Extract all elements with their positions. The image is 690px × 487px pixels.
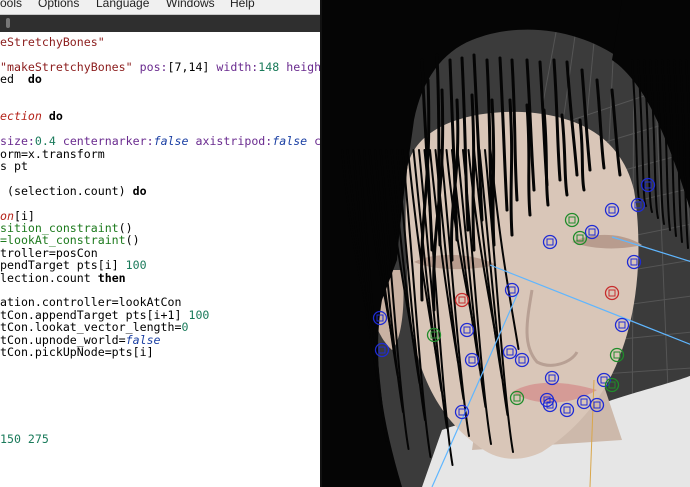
code-token: heigh bbox=[279, 59, 320, 74]
code-token: [7,14] bbox=[167, 59, 210, 74]
menu-item-ools[interactable]: ools bbox=[0, 0, 22, 9]
code-token: 150 275 bbox=[0, 431, 49, 446]
code-line: 150 275 bbox=[0, 433, 49, 445]
code-token: 100 bbox=[188, 307, 210, 322]
code-token: 100 bbox=[125, 258, 147, 273]
editor-tab-strip bbox=[0, 15, 320, 32]
menu-bar: ools Options Language Windows Help bbox=[0, 0, 320, 15]
code-token: eStretchyBones" bbox=[0, 35, 105, 49]
code-token: do bbox=[27, 72, 42, 87]
code-line: eStretchyBones" bbox=[0, 36, 105, 48]
menu-item-options[interactable]: Options bbox=[38, 0, 79, 9]
code-token: width: bbox=[209, 59, 259, 74]
menu-item-windows[interactable]: Windows bbox=[166, 0, 215, 9]
code-token: lection.count bbox=[0, 270, 98, 285]
code-token: axistripod: bbox=[188, 134, 273, 149]
code-line: "makeStretchyBones" pos:[7,14] width:148… bbox=[0, 61, 320, 73]
code-line: s pt bbox=[0, 160, 28, 172]
code-token: s pt bbox=[0, 159, 28, 173]
code-token: () bbox=[125, 233, 140, 248]
code-token: tCon.pickUpNode=pts[i] bbox=[0, 345, 154, 359]
viewport-canvas bbox=[322, 0, 690, 487]
code-line: lection.count then bbox=[0, 270, 126, 285]
code-line: (selection.count) do bbox=[0, 185, 147, 197]
code-token: 0 bbox=[181, 320, 189, 335]
tab-marker bbox=[6, 18, 10, 28]
code-line: ection do bbox=[0, 110, 63, 122]
code-token: false bbox=[153, 134, 189, 149]
code-token: (selection.count) bbox=[0, 183, 133, 198]
hair-strand bbox=[508, 98, 514, 237]
code-line: tCon.pickUpNode=pts[i] bbox=[0, 346, 154, 358]
code-token: do bbox=[132, 183, 147, 198]
code-token: pos: bbox=[132, 59, 168, 74]
code-token: false bbox=[272, 134, 308, 149]
code-line: ed do bbox=[0, 73, 42, 85]
code-token: ed bbox=[0, 72, 28, 87]
3d-viewport[interactable] bbox=[320, 0, 690, 487]
maxscript-editor[interactable]: eStretchyBones" "makeStretchyBones" pos:[… bbox=[0, 32, 320, 487]
code-token: then bbox=[97, 270, 126, 285]
code-token: do bbox=[48, 109, 63, 124]
code-token: 148 bbox=[258, 59, 280, 74]
hair-strand bbox=[470, 93, 476, 252]
menu-item-help[interactable]: Help bbox=[230, 0, 255, 9]
menu-item-language[interactable]: Language bbox=[96, 0, 149, 9]
code-token: ection bbox=[0, 109, 42, 124]
code-token: c bbox=[307, 134, 320, 149]
